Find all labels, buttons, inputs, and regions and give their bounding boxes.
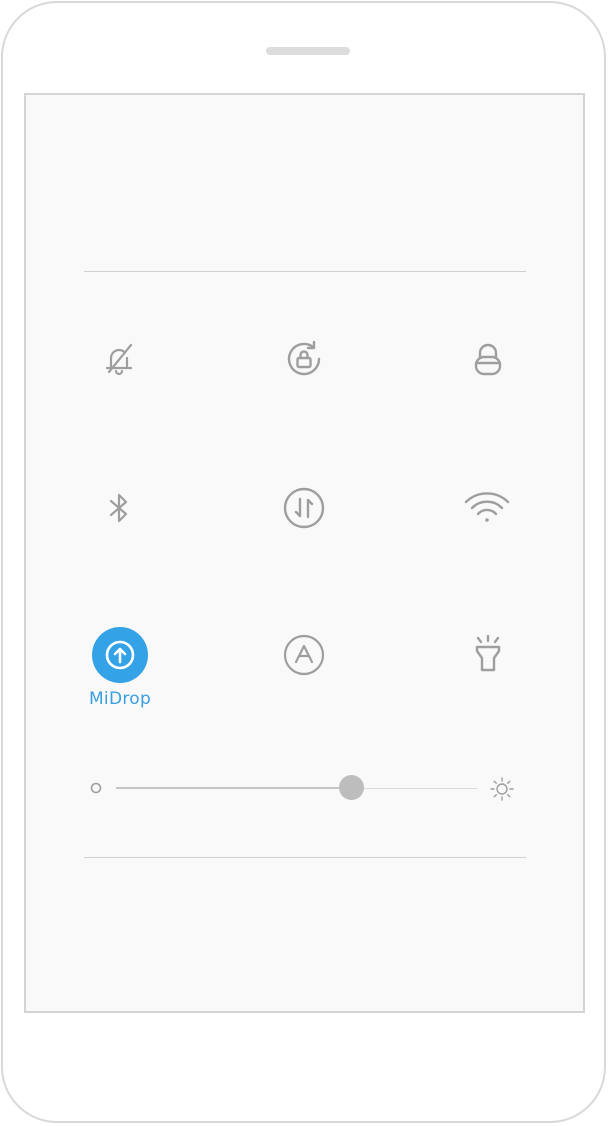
auto-brightness-icon xyxy=(283,634,325,676)
tile-silent[interactable] xyxy=(79,319,159,399)
tile-midrop-label: MiDrop xyxy=(88,689,152,709)
brightness-high-icon xyxy=(490,777,514,801)
tile-auto-brightness[interactable] xyxy=(264,615,344,695)
control-center-screen xyxy=(24,93,585,1013)
bell-off-icon xyxy=(105,343,133,376)
phone-speaker xyxy=(266,47,350,55)
bluetooth-icon xyxy=(109,493,128,523)
brightness-slider-thumb[interactable] xyxy=(338,775,364,800)
flashlight-icon xyxy=(475,634,501,672)
tile-mobile-data[interactable] xyxy=(264,468,344,548)
tile-wifi[interactable] xyxy=(447,468,527,548)
tile-flashlight[interactable] xyxy=(448,613,528,693)
brightness-slider-track[interactable] xyxy=(351,788,478,789)
midrop-icon xyxy=(105,640,135,670)
tile-midrop[interactable] xyxy=(80,615,160,695)
tile-screen-lock[interactable] xyxy=(448,319,528,399)
rotation-lock-icon xyxy=(287,340,321,376)
lock-icon xyxy=(474,343,502,376)
brightness-low-icon xyxy=(90,782,102,794)
top-divider xyxy=(84,271,526,272)
mobile-data-icon xyxy=(283,487,325,529)
bottom-divider xyxy=(84,857,526,858)
wifi-icon xyxy=(464,492,510,522)
tile-bluetooth[interactable] xyxy=(79,468,159,548)
midrop-active-indicator xyxy=(92,627,148,683)
brightness-slider-fill[interactable] xyxy=(116,787,352,789)
tile-rotation-lock[interactable] xyxy=(264,319,344,399)
